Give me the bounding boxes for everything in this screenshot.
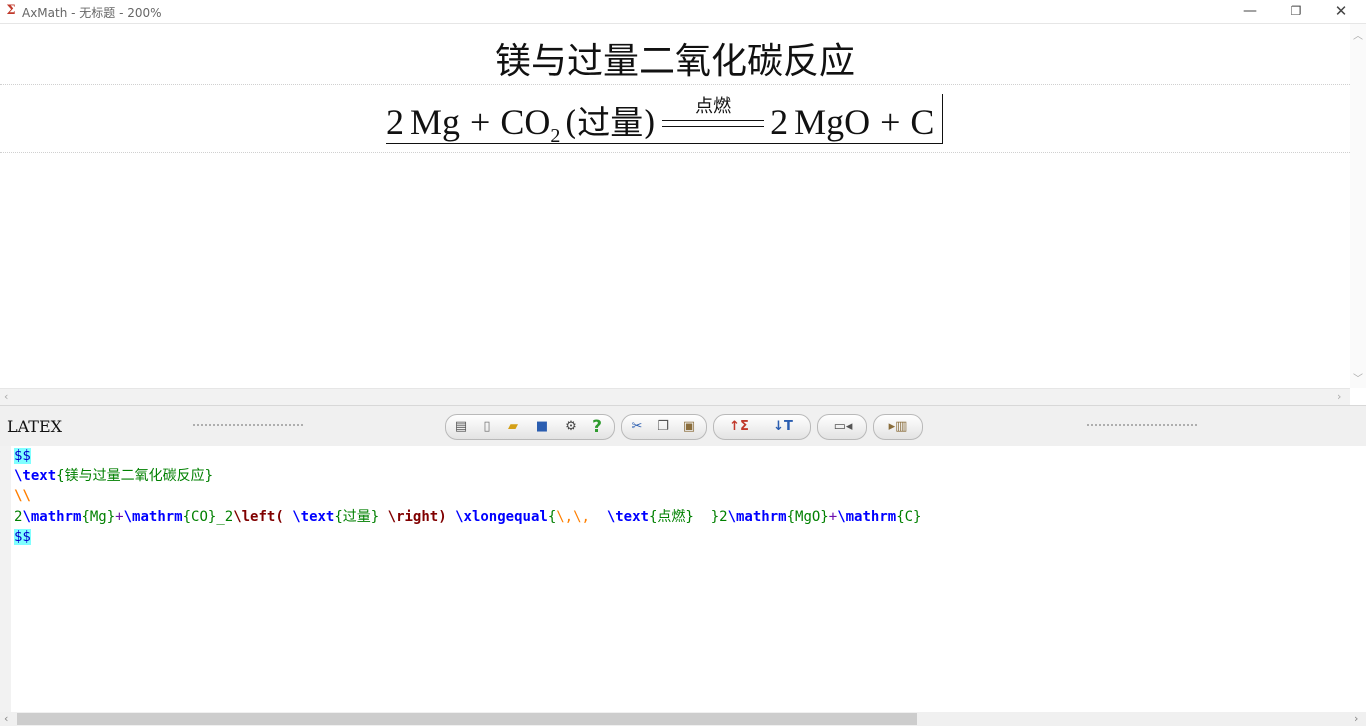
convert-button-group: ↑Σ ↓T [713, 414, 811, 440]
close-button[interactable]: ✕ [1318, 0, 1364, 23]
latex-source[interactable]: $$ \text{镁与过量二氧化碳反应} \\ 2\mathrm{Mg}+\ma… [14, 446, 922, 547]
display-vertical-scrollbar[interactable]: ︿ ﹀ [1350, 24, 1366, 388]
math-delimiter: $$ [14, 448, 31, 464]
latex-newline: \\ [14, 488, 31, 505]
help-icon[interactable]: ? [586, 417, 608, 437]
scroll-right-icon[interactable]: › [1337, 390, 1341, 403]
eq-plus: + [880, 102, 901, 142]
axmath-app-icon[interactable]: Σ [4, 4, 18, 18]
editor-gutter [0, 446, 11, 712]
code-token: {Mg} [81, 508, 116, 525]
math-delimiter: $$ [14, 528, 31, 545]
long-equal-sign: 点燃 [662, 94, 765, 134]
open-folder-icon[interactable]: ▰ [502, 417, 524, 437]
eq-mg: Mg [410, 102, 461, 142]
minimize-button[interactable]: — [1227, 0, 1273, 23]
code-token: + [828, 508, 838, 525]
folder-back-icon[interactable]: ▭◂ [828, 417, 858, 437]
latex-toolbar: LATEX ▤ ▯ ▰ ■ ⚙ ? ✂ ❐ ▣ ↑Σ ↓T ▭◂ ▸▥ [0, 405, 1366, 447]
eq-mgo: MgO [794, 102, 871, 142]
eq-co: CO [500, 102, 551, 142]
eq-condition: 点燃 [695, 96, 732, 117]
code-token: {点燃} [648, 508, 694, 525]
eq-c: C [910, 102, 935, 142]
latex-logo: LATEX [7, 417, 63, 436]
eq-paren-text: (过量) [564, 103, 657, 142]
chemical-equation[interactable]: 2 Mg + CO2 (过量) 点燃 2 MgO + C [386, 94, 935, 147]
code-token: { [547, 508, 557, 525]
title-bar: Σ AxMath - 无标题 - 200% — ❐ ✕ [0, 0, 1366, 24]
window-title: AxMath - 无标题 - 200% [22, 6, 162, 20]
eq-coefficient: 2 [386, 102, 404, 142]
code-token: \right) [379, 508, 447, 525]
forward-book-icon[interactable]: ▸▥ [882, 417, 914, 437]
formula-display-area[interactable]: 镁与过量二氧化碳反应 2 Mg + CO2 (过量) 点燃 2 MgO + C [0, 24, 1350, 388]
display-horizontal-scrollbar[interactable]: ‹ › [0, 388, 1350, 405]
toolbar-grip-handle[interactable] [192, 423, 304, 428]
code-token: \text [283, 508, 335, 525]
line-divider [0, 84, 1350, 85]
scrollbar-thumb[interactable] [17, 713, 917, 725]
code-token: _2 [216, 508, 234, 525]
scroll-up-icon[interactable]: ︿ [1353, 27, 1363, 42]
save-icon[interactable]: ■ [531, 417, 553, 437]
latex-command: \text [14, 468, 57, 485]
scroll-left-icon[interactable]: ‹ [4, 390, 8, 403]
equal-line-top [662, 120, 765, 121]
formula-title: 镁与过量二氧化碳反应 [494, 41, 855, 82]
line-divider [0, 152, 1350, 153]
edit-button-group: ✂ ❐ ▣ [621, 414, 707, 440]
code-token: \,\, [556, 508, 590, 525]
editor-horizontal-scrollbar[interactable]: ‹ › [0, 712, 1366, 726]
code-token: \mathrm [837, 508, 897, 525]
selection-underline [386, 143, 943, 144]
code-token: {CO} [182, 508, 217, 525]
restore-button[interactable]: ❐ [1273, 0, 1319, 23]
code-token: \mathrm [123, 508, 183, 525]
code-token: } [693, 508, 720, 525]
cut-icon[interactable]: ✂ [626, 417, 648, 437]
code-token: {过量} [334, 508, 380, 525]
code-token: \xlongequal [446, 508, 548, 525]
import-formula-icon[interactable]: ↑Σ [722, 417, 756, 437]
code-token: {MgO} [786, 508, 829, 525]
eq-subscript: 2 [550, 125, 561, 147]
scroll-right-icon[interactable]: › [1354, 712, 1358, 725]
latex-code-editor[interactable]: $$ \text{镁与过量二氧化碳反应} \\ 2\mathrm{Mg}+\ma… [0, 446, 1366, 712]
scroll-left-icon[interactable]: ‹ [4, 712, 8, 725]
export-text-icon[interactable]: ↓T [766, 417, 800, 437]
code-token: \mathrm [727, 508, 787, 525]
paste-icon[interactable]: ▣ [678, 417, 700, 437]
new-document-icon[interactable]: ▯ [476, 417, 498, 437]
settings-gear-icon[interactable]: ⚙ [560, 417, 582, 437]
latex-argument: {镁与过量二氧化碳反应} [56, 468, 214, 485]
folder-button-group: ▭◂ [817, 414, 867, 440]
code-token: \mathrm [22, 508, 82, 525]
toolbar-grip-handle[interactable] [1086, 423, 1198, 428]
scroll-down-icon[interactable]: ﹀ [1353, 370, 1363, 385]
text-cursor [942, 94, 943, 144]
menu-icon[interactable]: ▤ [450, 417, 472, 437]
eq-coefficient: 2 [770, 102, 789, 142]
copy-icon[interactable]: ❐ [652, 417, 674, 437]
code-token: \text [589, 508, 649, 525]
eq-plus: + [470, 102, 491, 142]
equal-line-bottom [662, 126, 765, 127]
code-token: {C} [896, 508, 922, 525]
code-token: + [115, 508, 124, 525]
code-token: 2 [719, 508, 728, 525]
book-button-group: ▸▥ [873, 414, 923, 440]
file-button-group: ▤ ▯ ▰ ■ ⚙ ? [445, 414, 615, 440]
code-token: \left( [233, 508, 284, 525]
